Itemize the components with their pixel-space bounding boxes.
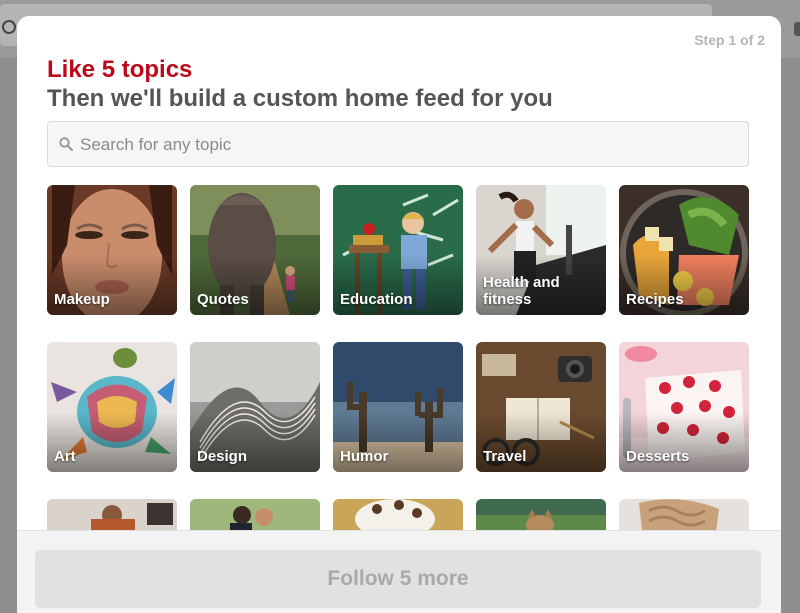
topic-tile-row3-1[interactable] <box>47 499 177 530</box>
topic-label: Art <box>54 448 76 465</box>
topic-tile-travel[interactable]: Travel <box>476 342 606 472</box>
search-icon <box>59 137 73 151</box>
topic-tile-row3-5[interactable] <box>619 499 749 530</box>
topic-label: Makeup <box>54 291 110 308</box>
topic-label: Recipes <box>626 291 684 308</box>
topic-grid: Makeup Quotes Education Health and fitne… <box>17 184 781 530</box>
topic-search-input[interactable] <box>78 130 742 160</box>
step-indicator: Step 1 of 2 <box>694 32 765 48</box>
topic-image-couple <box>190 499 320 530</box>
topic-image-animal <box>476 499 606 530</box>
modal-title: Like 5 topics <box>47 56 193 83</box>
topic-label: Humor <box>340 448 389 465</box>
background-search-icon <box>2 20 16 34</box>
topic-tile-design[interactable]: Design <box>190 342 320 472</box>
topic-tile-makeup[interactable]: Makeup <box>47 185 177 315</box>
topic-tile-recipes[interactable]: Recipes <box>619 185 749 315</box>
topic-tile-row3-4[interactable] <box>476 499 606 530</box>
topic-image-food <box>333 499 463 530</box>
topic-label: Desserts <box>626 448 690 465</box>
modal-footer: Follow 5 more <box>17 530 781 613</box>
topic-tile-quotes[interactable]: Quotes <box>190 185 320 315</box>
topic-label: Quotes <box>197 291 249 308</box>
background-menu-icon <box>794 22 800 36</box>
topic-image-hair <box>619 499 749 530</box>
topic-label: Travel <box>483 448 527 465</box>
topic-tile-health-and-fitness[interactable]: Health and fitness <box>476 185 606 315</box>
topic-search-box[interactable] <box>47 121 749 167</box>
topic-tile-row3-3[interactable] <box>333 499 463 530</box>
topic-image-people <box>47 499 177 530</box>
modal-subtitle: Then we'll build a custom home feed for … <box>47 85 553 112</box>
topic-tile-education[interactable]: Education <box>333 185 463 315</box>
topic-tile-art[interactable]: Art <box>47 342 177 472</box>
follow-more-button[interactable]: Follow 5 more <box>35 550 761 608</box>
topic-tile-row3-2[interactable] <box>190 499 320 530</box>
topic-label: Health and fitness <box>483 274 560 308</box>
topic-tile-desserts[interactable]: Desserts <box>619 342 749 472</box>
topic-tile-humor[interactable]: Humor <box>333 342 463 472</box>
topic-label: Education <box>340 291 413 308</box>
topic-picker-modal: Step 1 of 2 Like 5 topics Then we'll bui… <box>17 16 781 613</box>
topic-label: Design <box>197 448 248 465</box>
